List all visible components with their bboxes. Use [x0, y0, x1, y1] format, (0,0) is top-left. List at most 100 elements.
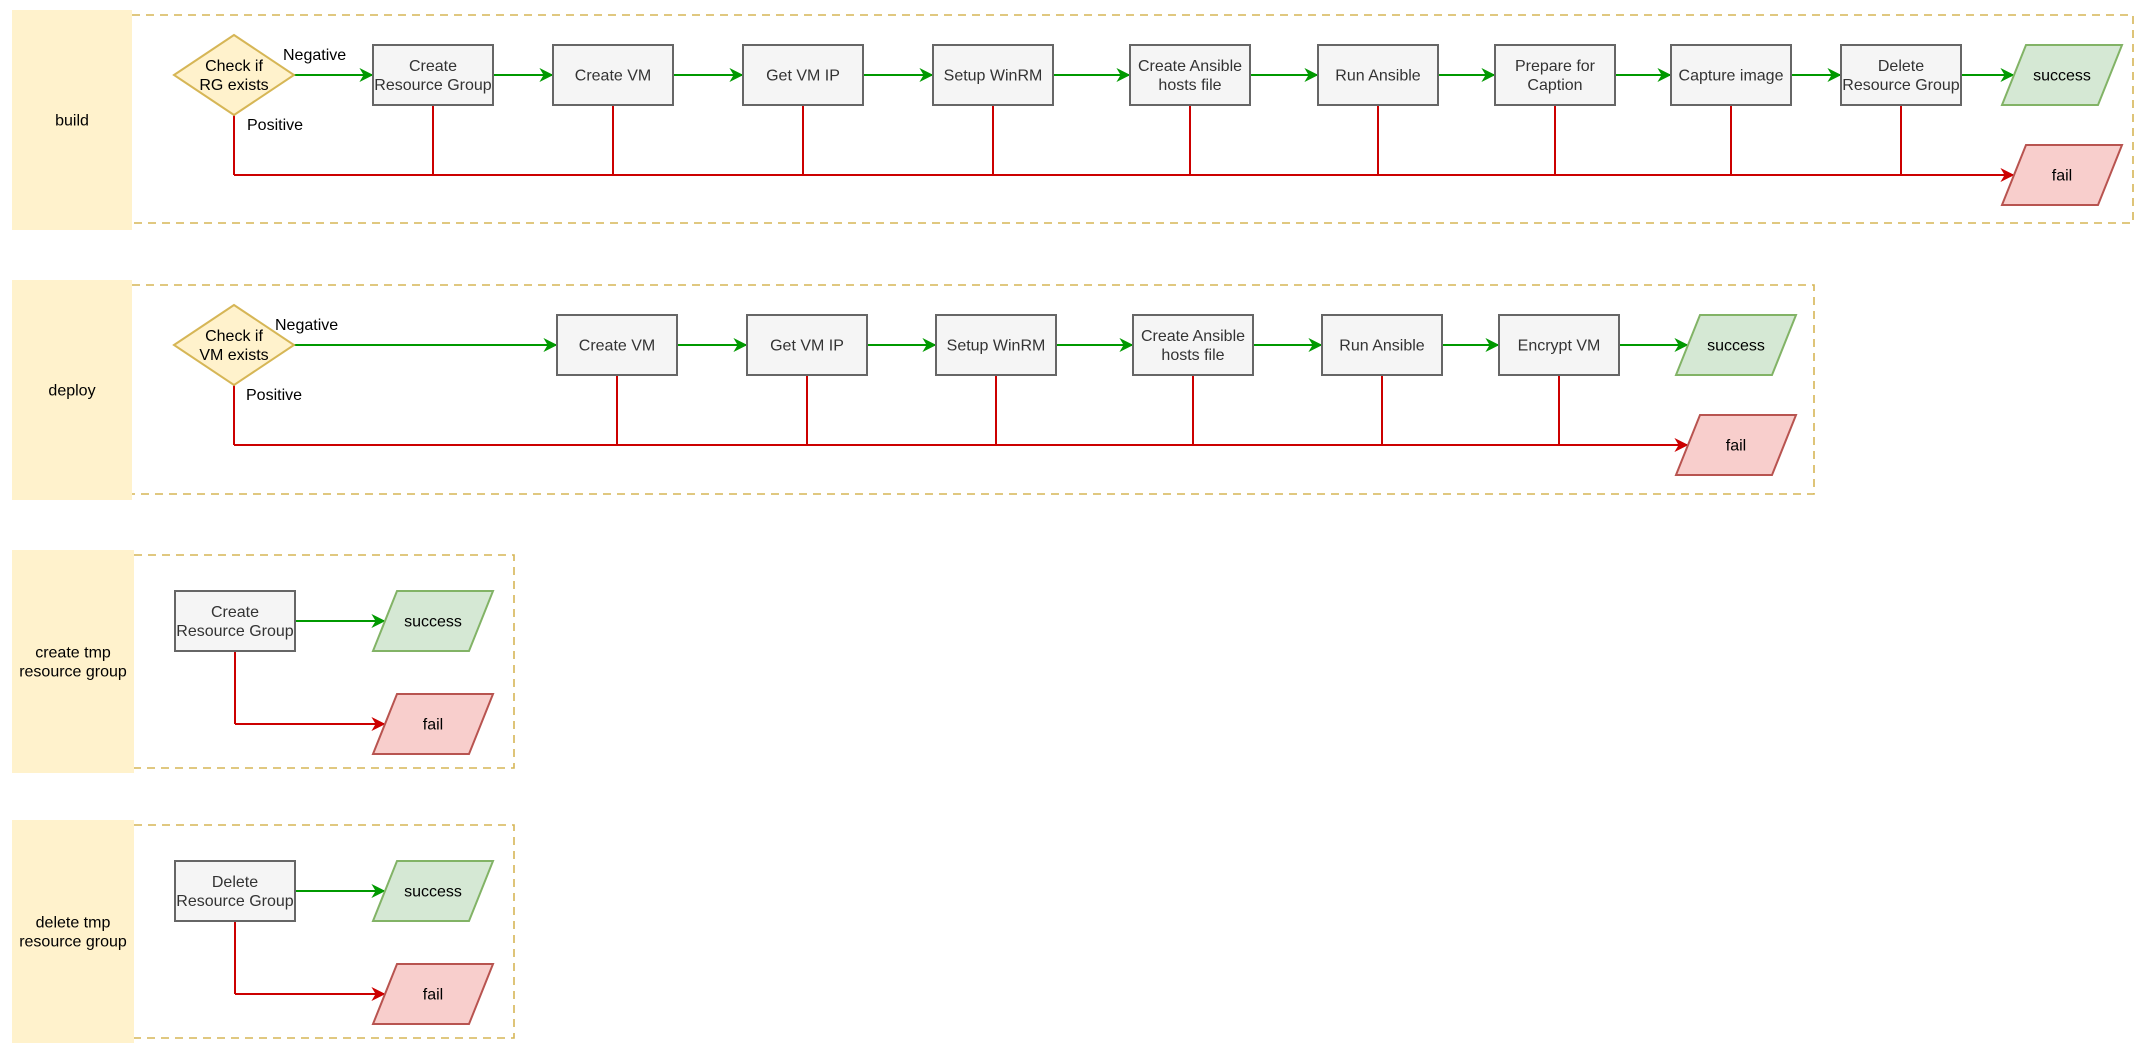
- step-box[interactable]: [1840, 44, 1962, 106]
- step-node[interactable]: Create VM: [556, 314, 678, 376]
- success-terminal-label: success: [404, 884, 462, 901]
- step-node[interactable]: Delete Resource Group: [1840, 44, 1962, 106]
- success-terminal-node[interactable]: success: [371, 590, 495, 652]
- decision-label-line: VM exists: [199, 347, 268, 364]
- step-label-line: Create VM: [579, 338, 655, 355]
- pipeline-diagram: build Check if RG exists Negative Positive Cr…: [12, 10, 2134, 1043]
- success-terminal-node[interactable]: success: [371, 860, 495, 922]
- negative-branch-label: Negative: [275, 317, 338, 334]
- step-label-line: Resource Group: [374, 77, 491, 94]
- positive-branch-label: Positive: [246, 387, 302, 404]
- step-node[interactable]: Run Ansible: [1321, 314, 1443, 376]
- step-node[interactable]: Create Ansible hosts file: [1132, 314, 1254, 376]
- step-label: Setup WinRM: [947, 338, 1046, 355]
- lane-deploy: deploy Check if VM exists Negative Positive C…: [12, 280, 1815, 500]
- step-label-line: Create: [409, 58, 457, 75]
- step-label-line: Resource Group: [176, 893, 293, 910]
- step-node[interactable]: Create Resource Group: [372, 44, 494, 106]
- step-label-line: Encrypt VM: [1518, 338, 1601, 355]
- step-label-line: Run Ansible: [1335, 68, 1420, 85]
- negative-branch-label: Negative: [283, 47, 346, 64]
- step-label: Create VM: [579, 338, 655, 355]
- fail-terminal-label: fail: [1726, 438, 1746, 455]
- fail-terminal-node[interactable]: fail: [371, 693, 495, 755]
- fail-terminal-label: fail: [423, 987, 443, 1004]
- lane-delete-tmp-resource-group: delete tmp resource group Delete Resource G…: [12, 820, 515, 1043]
- lane-build: build Check if RG exists Negative Positive Cr…: [12, 10, 2134, 230]
- lane-title: build: [55, 113, 89, 130]
- step-label: Setup WinRM: [944, 68, 1043, 85]
- step-label-line: Get VM IP: [766, 68, 840, 85]
- step-node[interactable]: Get VM IP: [742, 44, 864, 106]
- decision-label-line: RG exists: [199, 77, 268, 94]
- lane-title-line: build: [55, 113, 89, 130]
- decision-label-line: Check if: [205, 328, 263, 345]
- success-terminal-label: success: [404, 614, 462, 631]
- step-node[interactable]: Run Ansible: [1317, 44, 1439, 106]
- step-label: Get VM IP: [766, 68, 840, 85]
- step-node[interactable]: Encrypt VM: [1498, 314, 1620, 376]
- step-label-line: Prepare for: [1515, 58, 1596, 75]
- step-label-line: Setup WinRM: [947, 338, 1046, 355]
- step-node[interactable]: Capture image: [1670, 44, 1792, 106]
- fail-terminal-label: fail: [2052, 168, 2072, 185]
- step-node[interactable]: Create VM: [552, 44, 674, 106]
- step-box[interactable]: [1494, 44, 1616, 106]
- step-box[interactable]: [372, 44, 494, 106]
- step-label-line: Run Ansible: [1339, 338, 1424, 355]
- step-label: Run Ansible: [1335, 68, 1420, 85]
- lane-title-line: resource group: [19, 664, 127, 681]
- step-box[interactable]: [1132, 314, 1254, 376]
- step-label-line: Resource Group: [1842, 77, 1959, 94]
- step-node[interactable]: Delete Resource Group: [174, 860, 296, 922]
- step-box[interactable]: [174, 860, 296, 922]
- step-label-line: Create Ansible: [1138, 58, 1242, 75]
- step-node[interactable]: Setup WinRM: [932, 44, 1054, 106]
- step-label-line: Create Ansible: [1141, 328, 1245, 345]
- step-label-line: Resource Group: [176, 623, 293, 640]
- step-label: Encrypt VM: [1518, 338, 1601, 355]
- fail-terminal-node[interactable]: fail: [371, 963, 495, 1025]
- step-label-line: hosts file: [1158, 77, 1221, 94]
- lane-title-line: deploy: [48, 383, 95, 400]
- fail-terminal-label: fail: [423, 717, 443, 734]
- step-label-line: Capture image: [1679, 68, 1784, 85]
- step-label: Get VM IP: [770, 338, 844, 355]
- lane-title: deploy: [48, 383, 95, 400]
- step-label-line: Setup WinRM: [944, 68, 1043, 85]
- step-node[interactable]: Prepare for Caption: [1494, 44, 1616, 106]
- step-label-line: Delete: [1878, 58, 1924, 75]
- step-label: Create VM: [575, 68, 651, 85]
- decision-label-line: Check if: [205, 58, 263, 75]
- decision-diamond[interactable]: [172, 33, 296, 117]
- fail-terminal-node[interactable]: fail: [2000, 144, 2124, 206]
- lane-create-tmp-resource-group: create tmp resource group Create Resource G…: [12, 550, 515, 773]
- success-terminal-label: success: [2033, 68, 2091, 85]
- positive-branch-label: Positive: [247, 117, 303, 134]
- step-label-line: hosts file: [1161, 347, 1224, 364]
- edges-layer: [233, 68, 2015, 1001]
- lane-title-line: delete tmp: [36, 915, 111, 932]
- step-label: Capture image: [1679, 68, 1784, 85]
- success-terminal-node[interactable]: success: [2000, 44, 2124, 106]
- step-label-line: Delete: [212, 874, 258, 891]
- lane-title-line: resource group: [19, 934, 127, 951]
- step-label-line: Create VM: [575, 68, 651, 85]
- lane-title-line: create tmp: [35, 645, 111, 662]
- lane-header: [12, 820, 134, 1043]
- lane-header: [12, 550, 134, 773]
- step-label-line: Create: [211, 604, 259, 621]
- success-terminal-node[interactable]: success: [1674, 314, 1798, 376]
- step-box[interactable]: [174, 590, 296, 652]
- step-label: Run Ansible: [1339, 338, 1424, 355]
- step-node[interactable]: Setup WinRM: [935, 314, 1057, 376]
- step-node[interactable]: Create Resource Group: [174, 590, 296, 652]
- step-node[interactable]: Get VM IP: [746, 314, 868, 376]
- step-label-line: Caption: [1527, 77, 1582, 94]
- success-terminal-label: success: [1707, 338, 1765, 355]
- fail-terminal-node[interactable]: fail: [1674, 414, 1798, 476]
- step-box[interactable]: [1129, 44, 1251, 106]
- step-node[interactable]: Create Ansible hosts file: [1129, 44, 1251, 106]
- nodes-layer: build Check if RG exists Negative Positive Cr…: [12, 10, 2134, 1043]
- step-label-line: Get VM IP: [770, 338, 844, 355]
